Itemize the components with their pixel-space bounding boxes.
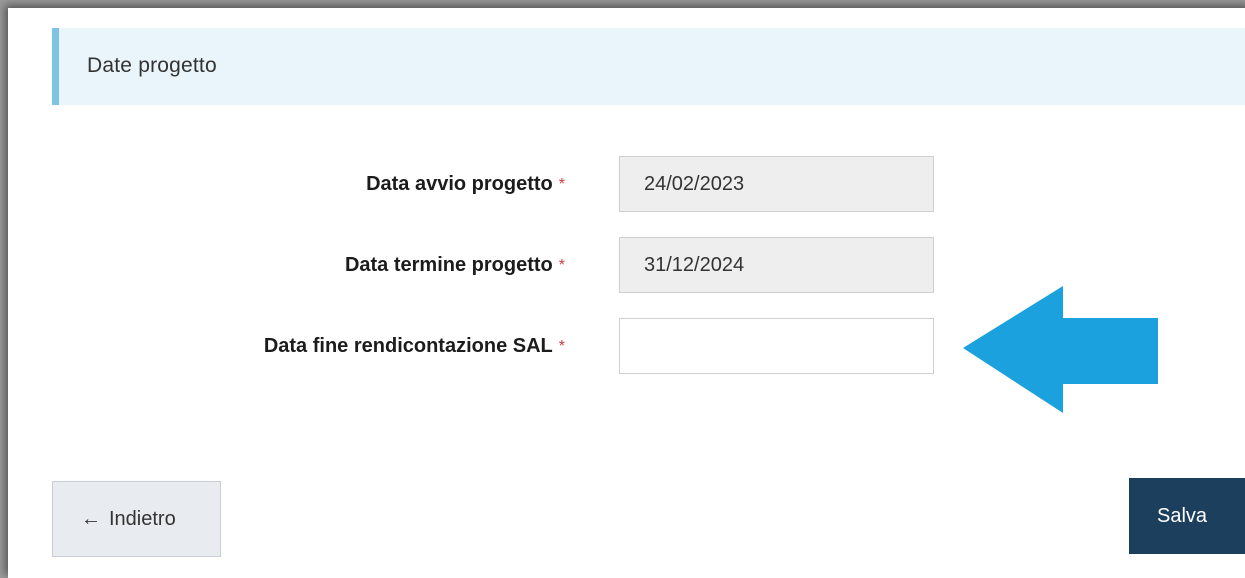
- end-date-label-text: Data termine progetto: [344, 254, 553, 276]
- page-frame: Date progetto Data avvio progetto * Data …: [8, 8, 1245, 578]
- left-arrow-shape: [963, 286, 1158, 413]
- section-header: Date progetto: [52, 28, 1245, 105]
- field-row-start-date: Data avvio progetto *: [8, 156, 1245, 212]
- required-marker: *: [558, 176, 565, 193]
- left-arrow-icon: [963, 286, 1158, 413]
- sal-date-label-text: Data fine rendicontazione SAL: [263, 335, 553, 357]
- end-date-input[interactable]: [619, 237, 934, 293]
- field-row-end-date: Data termine progetto *: [8, 237, 1245, 293]
- section-title: Date progetto: [87, 54, 217, 77]
- required-marker: *: [558, 338, 565, 355]
- start-date-input[interactable]: [619, 156, 934, 212]
- required-marker: *: [558, 257, 565, 274]
- save-button[interactable]: Salva: [1129, 478, 1245, 554]
- sal-date-input[interactable]: [619, 318, 934, 374]
- end-date-label: Data termine progetto *: [345, 237, 565, 293]
- arrow-left-icon: ←: [81, 507, 101, 530]
- back-button-label: Indietro: [109, 507, 176, 530]
- start-date-label-text: Data avvio progetto: [366, 173, 553, 195]
- sal-date-label: Data fine rendicontazione SAL *: [264, 318, 565, 374]
- back-button[interactable]: ← Indietro: [52, 481, 221, 557]
- start-date-label: Data avvio progetto *: [366, 156, 565, 212]
